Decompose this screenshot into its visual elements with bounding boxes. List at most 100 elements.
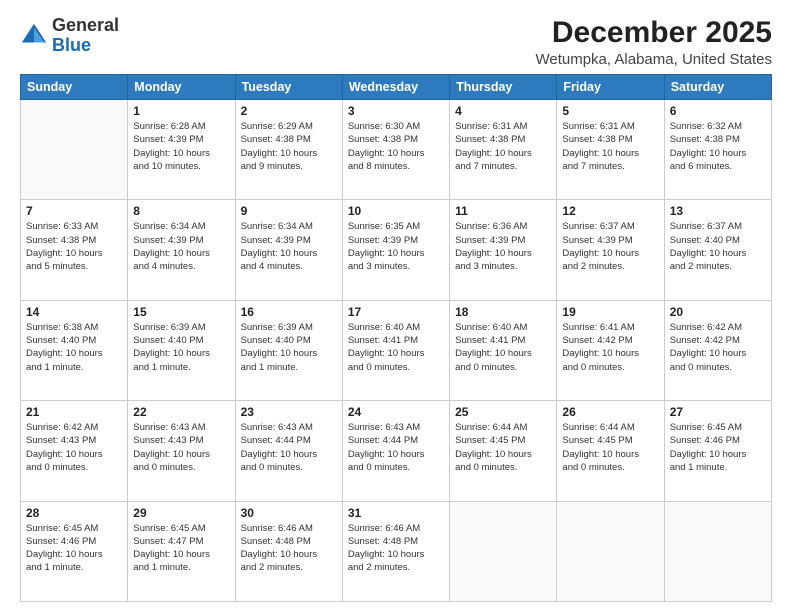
day-info: Sunrise: 6:42 AM Sunset: 4:43 PM Dayligh… [26,421,122,474]
calendar-header-row: SundayMondayTuesdayWednesdayThursdayFrid… [21,75,772,100]
calendar-cell: 12Sunrise: 6:37 AM Sunset: 4:39 PM Dayli… [557,200,664,300]
day-number: 21 [26,405,122,419]
calendar-cell: 13 Sunrise: 6:37 AM Sunset: 4:40 PM Dayli… [664,200,771,300]
calendar-cell: 4Sunrise: 6:31 AM Sunset: 4:38 PM Daylig… [450,100,557,200]
day-number: 24 [348,405,444,419]
calendar-week-4: 28 Sunrise: 6:45 AM Sunset: 4:46 PM Dayli… [21,501,772,601]
calendar-week-3: 21 Sunrise: 6:42 AM Sunset: 4:43 PM Dayli… [21,401,772,501]
day-info: Sunrise: 6:31 AM Sunset: 4:38 PM Dayligh… [455,120,551,173]
day-number: 20 [670,305,766,319]
day-info: Sunrise: 6:43 AM Sunset: 4:44 PM Dayligh… [348,421,444,474]
calendar-cell: 30 Sunrise: 6:46 AM Sunset: 4:48 PM Dayli… [235,501,342,601]
day-info: Sunrise: 6:28 AM Sunset: 4:39 PM Dayligh… [133,120,229,173]
day-header-sunday: Sunday [21,75,128,100]
calendar-cell: 17 Sunrise: 6:40 AM Sunset: 4:41 PM Dayli… [342,300,449,400]
day-number: 7 [26,204,122,218]
calendar-cell: 31Sunrise: 6:46 AM Sunset: 4:48 PM Dayli… [342,501,449,601]
calendar-cell [664,501,771,601]
calendar-cell: 7 Sunrise: 6:33 AM Sunset: 4:38 PM Daylig… [21,200,128,300]
calendar-cell: 20 Sunrise: 6:42 AM Sunset: 4:42 PM Dayli… [664,300,771,400]
day-info: Sunrise: 6:46 AM Sunset: 4:48 PM Dayligh… [241,522,337,575]
calendar-cell: 24 Sunrise: 6:43 AM Sunset: 4:44 PM Dayli… [342,401,449,501]
day-number: 17 [348,305,444,319]
calendar-cell: 6 Sunrise: 6:32 AM Sunset: 4:38 PM Daylig… [664,100,771,200]
day-info: Sunrise: 6:41 AM Sunset: 4:42 PM Dayligh… [562,321,658,374]
day-number: 14 [26,305,122,319]
day-info: Sunrise: 6:43 AM Sunset: 4:43 PM Dayligh… [133,421,229,474]
day-number: 28 [26,506,122,520]
calendar-cell: 3 Sunrise: 6:30 AM Sunset: 4:38 PM Daylig… [342,100,449,200]
calendar-cell: 16 Sunrise: 6:39 AM Sunset: 4:40 PM Dayli… [235,300,342,400]
day-info: Sunrise: 6:34 AM Sunset: 4:39 PM Dayligh… [241,220,337,273]
calendar-subtitle: Wetumpka, Alabama, United States [535,51,772,68]
logo-general: General [52,15,119,35]
day-number: 18 [455,305,551,319]
day-info: Sunrise: 6:39 AM Sunset: 4:40 PM Dayligh… [241,321,337,374]
calendar-cell: 1 Sunrise: 6:28 AM Sunset: 4:39 PM Daylig… [128,100,235,200]
calendar-cell: 22 Sunrise: 6:43 AM Sunset: 4:43 PM Dayli… [128,401,235,501]
day-number: 5 [562,104,658,118]
day-info: Sunrise: 6:37 AM Sunset: 4:40 PM Dayligh… [670,220,766,273]
day-info: Sunrise: 6:43 AM Sunset: 4:44 PM Dayligh… [241,421,337,474]
day-info: Sunrise: 6:40 AM Sunset: 4:41 PM Dayligh… [455,321,551,374]
day-info: Sunrise: 6:31 AM Sunset: 4:38 PM Dayligh… [562,120,658,173]
calendar-cell: 14 Sunrise: 6:38 AM Sunset: 4:40 PM Dayli… [21,300,128,400]
day-number: 16 [241,305,337,319]
calendar-cell: 29Sunrise: 6:45 AM Sunset: 4:47 PM Dayli… [128,501,235,601]
day-number: 11 [455,204,551,218]
day-header-wednesday: Wednesday [342,75,449,100]
page: General Blue December 2025 Wetumpka, Ala… [0,0,792,612]
day-info: Sunrise: 6:30 AM Sunset: 4:38 PM Dayligh… [348,120,444,173]
day-info: Sunrise: 6:44 AM Sunset: 4:45 PM Dayligh… [455,421,551,474]
calendar-cell: 19 Sunrise: 6:41 AM Sunset: 4:42 PM Dayli… [557,300,664,400]
day-header-saturday: Saturday [664,75,771,100]
day-info: Sunrise: 6:34 AM Sunset: 4:39 PM Dayligh… [133,220,229,273]
calendar-cell: 2Sunrise: 6:29 AM Sunset: 4:38 PM Daylig… [235,100,342,200]
day-info: Sunrise: 6:42 AM Sunset: 4:42 PM Dayligh… [670,321,766,374]
day-info: Sunrise: 6:33 AM Sunset: 4:38 PM Dayligh… [26,220,122,273]
day-number: 13 [670,204,766,218]
day-number: 31 [348,506,444,520]
calendar-cell [21,100,128,200]
day-number: 25 [455,405,551,419]
day-info: Sunrise: 6:38 AM Sunset: 4:40 PM Dayligh… [26,321,122,374]
calendar-cell: 5 Sunrise: 6:31 AM Sunset: 4:38 PM Daylig… [557,100,664,200]
calendar-table: SundayMondayTuesdayWednesdayThursdayFrid… [20,74,772,602]
calendar-cell: 11 Sunrise: 6:36 AM Sunset: 4:39 PM Dayli… [450,200,557,300]
day-info: Sunrise: 6:36 AM Sunset: 4:39 PM Dayligh… [455,220,551,273]
calendar-cell: 26 Sunrise: 6:44 AM Sunset: 4:45 PM Dayli… [557,401,664,501]
day-info: Sunrise: 6:44 AM Sunset: 4:45 PM Dayligh… [562,421,658,474]
calendar-title: December 2025 [535,16,772,49]
logo-blue: Blue [52,35,91,55]
day-info: Sunrise: 6:39 AM Sunset: 4:40 PM Dayligh… [133,321,229,374]
day-number: 10 [348,204,444,218]
day-info: Sunrise: 6:37 AM Sunset: 4:39 PM Dayligh… [562,220,658,273]
calendar-cell: 27Sunrise: 6:45 AM Sunset: 4:46 PM Dayli… [664,401,771,501]
logo-icon [20,22,48,50]
day-number: 26 [562,405,658,419]
day-number: 3 [348,104,444,118]
day-info: Sunrise: 6:40 AM Sunset: 4:41 PM Dayligh… [348,321,444,374]
calendar-cell: 10Sunrise: 6:35 AM Sunset: 4:39 PM Dayli… [342,200,449,300]
calendar-cell: 15Sunrise: 6:39 AM Sunset: 4:40 PM Dayli… [128,300,235,400]
day-info: Sunrise: 6:45 AM Sunset: 4:46 PM Dayligh… [26,522,122,575]
day-header-monday: Monday [128,75,235,100]
day-number: 30 [241,506,337,520]
calendar-cell: 28 Sunrise: 6:45 AM Sunset: 4:46 PM Dayli… [21,501,128,601]
day-number: 9 [241,204,337,218]
day-number: 22 [133,405,229,419]
calendar-cell: 9 Sunrise: 6:34 AM Sunset: 4:39 PM Daylig… [235,200,342,300]
day-number: 2 [241,104,337,118]
day-number: 27 [670,405,766,419]
calendar-week-1: 7 Sunrise: 6:33 AM Sunset: 4:38 PM Daylig… [21,200,772,300]
day-info: Sunrise: 6:32 AM Sunset: 4:38 PM Dayligh… [670,120,766,173]
day-number: 19 [562,305,658,319]
header: General Blue December 2025 Wetumpka, Ala… [20,16,772,68]
calendar-cell [557,501,664,601]
day-number: 8 [133,204,229,218]
calendar-cell [450,501,557,601]
day-header-thursday: Thursday [450,75,557,100]
day-number: 1 [133,104,229,118]
calendar-week-2: 14 Sunrise: 6:38 AM Sunset: 4:40 PM Dayli… [21,300,772,400]
day-number: 6 [670,104,766,118]
